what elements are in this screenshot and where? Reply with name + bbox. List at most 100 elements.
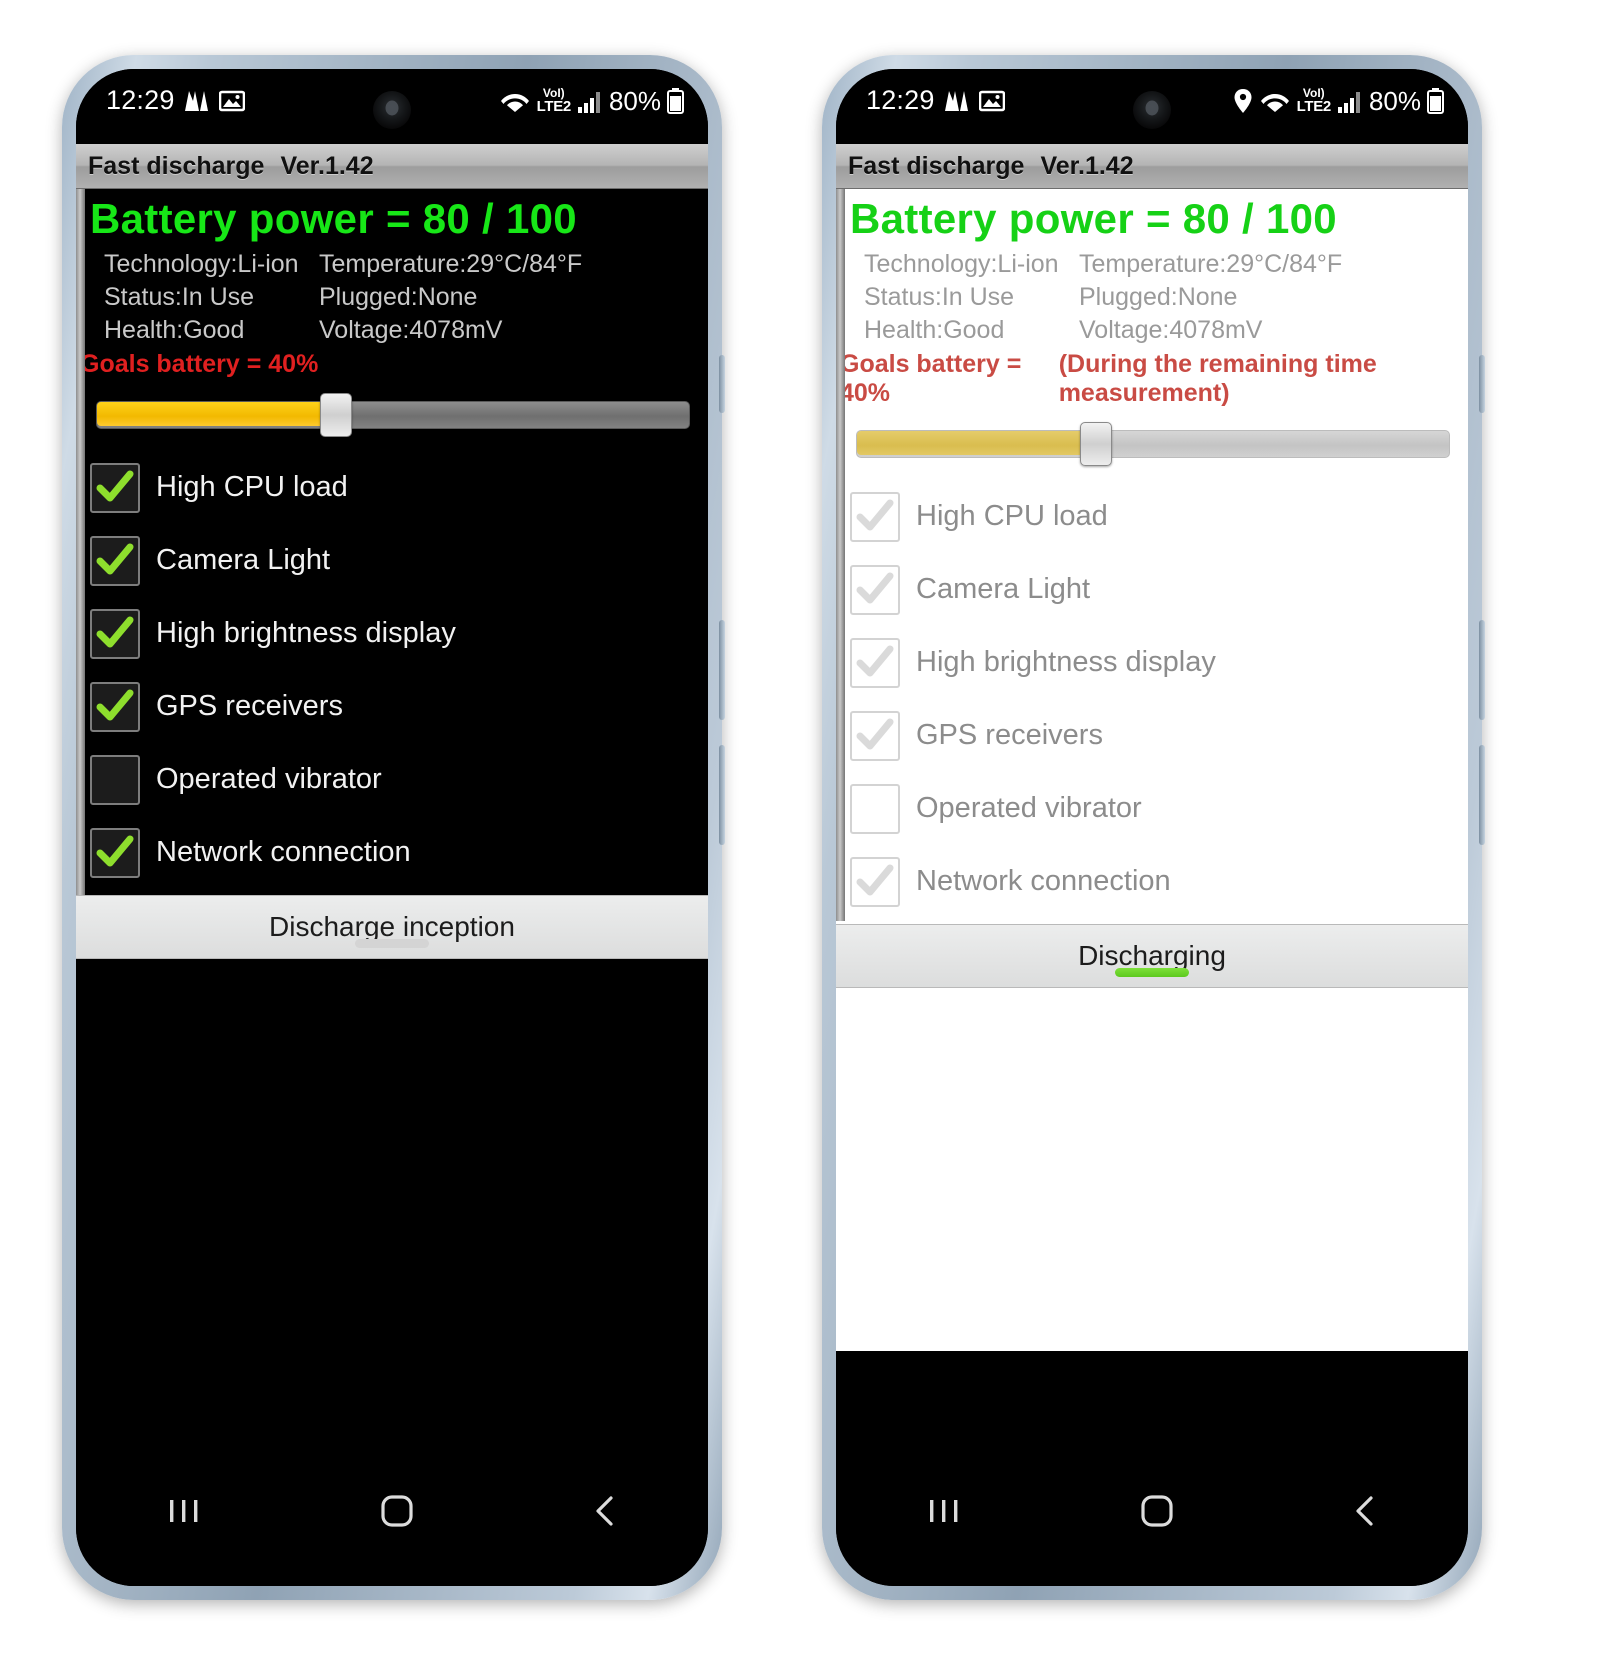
status-bar-left: 12:29 VoI) LTE2 80% (76, 69, 708, 144)
slider-thumb[interactable] (319, 393, 352, 437)
device-side-button[interactable] (1479, 355, 1485, 413)
option-row-network-connection[interactable]: Network connection (90, 816, 708, 889)
app-title-bar-left: Fast discharge Ver.1.42 (76, 144, 708, 189)
checkbox-high-cpu-load (850, 491, 900, 542)
progress-indicator (355, 939, 429, 948)
checkbox-network-connection (850, 856, 900, 907)
option-label: High CPU load (916, 500, 1108, 532)
front-camera-punch-hole (373, 91, 411, 129)
checkbox-network-connection[interactable] (90, 827, 140, 878)
goals-battery-row: Goals battery = 40% (76, 346, 708, 379)
app-title: Fast discharge (88, 151, 265, 180)
option-label: Camera Light (156, 544, 331, 576)
equalizer-icon (944, 90, 968, 111)
slider-fill (857, 431, 1095, 455)
option-label: High CPU load (156, 471, 348, 503)
checkbox-high-cpu-load[interactable] (90, 462, 140, 513)
empty-content-area-left (76, 921, 708, 1351)
status-label: Status:In Use (104, 283, 255, 311)
slider-thumb[interactable] (1079, 422, 1112, 466)
option-row-gps-receivers[interactable]: GPS receivers (90, 670, 708, 743)
checkbox-operated-vibrator (850, 783, 900, 834)
volte-lte-indicator: VoI) LTE2 (536, 86, 572, 115)
status-bar-right-cluster: VoI) LTE2 80% (499, 87, 684, 114)
phone-screen-right: 12:29 VoI) LTE2 80% Fast discharge Ver.1… (836, 69, 1468, 1586)
checkbox-high-brightness-display (850, 637, 900, 688)
check-icon (96, 689, 134, 720)
option-checkbox-list-left: High CPU load Camera Light High brightne… (76, 439, 708, 889)
status-time: 12:29 (106, 85, 175, 115)
plugged-label: Plugged:None (1079, 283, 1238, 311)
goals-battery-label: Goals battery = 40% (80, 350, 319, 378)
option-label: Operated vibrator (156, 763, 382, 795)
back-icon[interactable] (1351, 1494, 1379, 1528)
checkbox-operated-vibrator[interactable] (90, 754, 140, 805)
scroll-rail (836, 189, 845, 921)
goal-battery-slider[interactable] (856, 416, 1450, 468)
check-icon (856, 572, 894, 603)
temperature-label: Temperature:29°C/84°F (1079, 250, 1343, 278)
checkbox-camera-light[interactable] (90, 535, 140, 586)
check-icon (96, 470, 134, 501)
recents-icon[interactable] (165, 1496, 203, 1526)
wifi-icon (1260, 94, 1289, 112)
app-title-bar-right: Fast discharge Ver.1.42 (836, 144, 1468, 189)
device-side-button[interactable] (719, 355, 725, 413)
app-title: Fast discharge (848, 151, 1025, 180)
signal-icon (1337, 92, 1360, 113)
option-label: GPS receivers (156, 690, 343, 722)
checkbox-high-brightness-display[interactable] (90, 608, 140, 659)
location-pin-icon (1234, 89, 1252, 113)
option-row-camera-light: Camera Light (850, 553, 1468, 626)
equalizer-icon (184, 90, 208, 111)
home-icon[interactable] (380, 1494, 414, 1528)
battery-power-heading: Battery power = 80 / 100 (90, 195, 577, 242)
option-row-high-brightness-display[interactable]: High brightness display (90, 597, 708, 670)
option-row-high-cpu-load: High CPU load (850, 480, 1468, 553)
phone-screen-left: 12:29 VoI) LTE2 80% Fast discharge Ver.1… (76, 69, 708, 1586)
check-icon (856, 645, 894, 676)
option-row-operated-vibrator[interactable]: Operated vibrator (90, 743, 708, 816)
option-row-high-brightness-display: High brightness display (850, 626, 1468, 699)
battery-icon (667, 88, 684, 114)
option-label: Network connection (916, 865, 1171, 897)
screenshot-stage: 12:29 VoI) LTE2 80% Fast discharge Ver.1… (0, 0, 1600, 1655)
scroll-rail (76, 189, 85, 921)
front-camera-punch-hole (1133, 91, 1171, 129)
option-label: Operated vibrator (916, 792, 1142, 824)
device-volume-down-button[interactable] (1479, 745, 1485, 845)
recents-icon[interactable] (925, 1496, 963, 1526)
signal-icon (577, 92, 600, 113)
option-label: High brightness display (916, 646, 1216, 678)
phone-device-left: 12:29 VoI) LTE2 80% Fast discharge Ver.1… (62, 55, 725, 1600)
check-icon (96, 835, 134, 866)
device-volume-up-button[interactable] (719, 620, 725, 720)
device-volume-down-button[interactable] (719, 745, 725, 845)
goal-battery-slider[interactable] (96, 387, 690, 439)
option-row-network-connection: Network connection (850, 845, 1468, 918)
battery-icon (1427, 88, 1444, 114)
option-checkbox-list-right: High CPU load Camera Light High brightne… (836, 468, 1468, 918)
option-row-high-cpu-load[interactable]: High CPU load (90, 451, 708, 524)
phone-device-right: 12:29 VoI) LTE2 80% Fast discharge Ver.1… (822, 55, 1485, 1600)
battery-info-grid: Technology:Li-ion Temperature:29°C/84°F … (836, 243, 1468, 346)
home-icon[interactable] (1140, 1494, 1174, 1528)
checkbox-gps-receivers (850, 710, 900, 761)
wifi-icon (500, 94, 529, 112)
device-volume-up-button[interactable] (1479, 620, 1485, 720)
status-label: Status:In Use (864, 283, 1015, 311)
back-icon[interactable] (591, 1494, 619, 1528)
health-label: Health:Good (864, 316, 1005, 344)
option-row-camera-light[interactable]: Camera Light (90, 524, 708, 597)
discharge-action-button-left[interactable]: Discharge inception (76, 895, 708, 959)
check-icon (856, 718, 894, 749)
checkbox-gps-receivers[interactable] (90, 681, 140, 732)
battery-power-heading: Battery power = 80 / 100 (850, 195, 1337, 242)
battery-info-grid: Technology:Li-ion Temperature:29°C/84°F … (76, 243, 708, 346)
discharge-action-button-right[interactable]: Discharging (836, 924, 1468, 988)
status-bar-right: 12:29 VoI) LTE2 80% (836, 69, 1468, 144)
app-version: Ver.1.42 (280, 151, 374, 180)
image-icon (978, 90, 1005, 111)
option-row-operated-vibrator: Operated vibrator (850, 772, 1468, 845)
technology-label: Technology:Li-ion (864, 250, 1059, 278)
